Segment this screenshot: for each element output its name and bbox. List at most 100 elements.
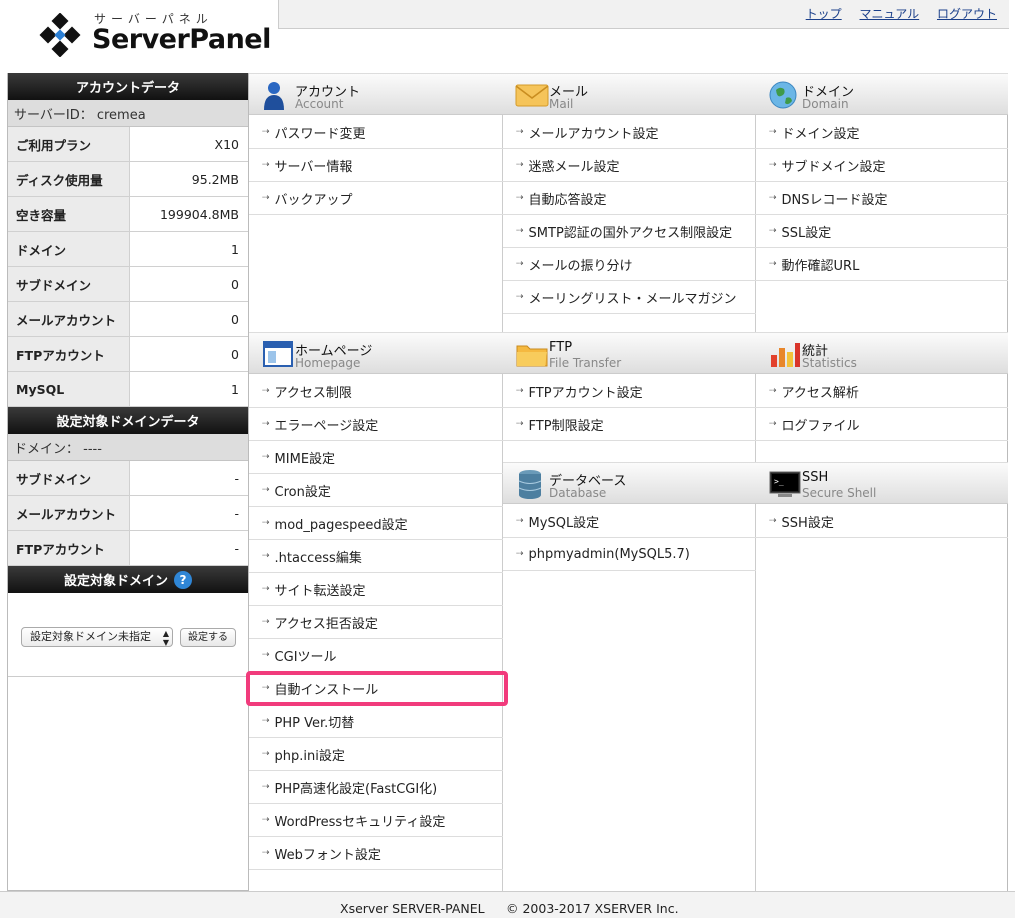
- help-icon[interactable]: ?: [174, 570, 192, 589]
- menu-item-domain[interactable]: ⇢ SSL設定: [756, 215, 1008, 248]
- menu-item-database[interactable]: ⇢ MySQL設定: [503, 505, 756, 538]
- info-value: -: [234, 470, 239, 486]
- menu-item-domain[interactable]: ⇢ 動作確認URL: [756, 248, 1008, 281]
- menu-item-label: Cron設定: [274, 484, 331, 500]
- arrow-icon: ⇢: [262, 452, 269, 462]
- menu-item-homepage[interactable]: ⇢ アクセス拒否設定: [249, 606, 503, 639]
- menu-item-label: メールアカウント設定: [528, 126, 659, 142]
- menu-item-mail[interactable]: ⇢ メールアカウント設定: [503, 116, 756, 149]
- menu-item-label: メールの振り分け: [528, 258, 633, 274]
- menu-item-label: SSH設定: [781, 515, 834, 531]
- menu-item-homepage[interactable]: ⇢ CGIツール: [249, 639, 503, 672]
- logo-diamonds-icon: [39, 13, 81, 57]
- arrow-icon: ⇢: [262, 419, 269, 429]
- section-subtitle: Mail: [549, 97, 574, 111]
- section-subtitle: Statistics: [802, 356, 857, 370]
- menu-item-ftp[interactable]: ⇢ FTPアカウント設定: [503, 375, 756, 408]
- info-value: 0: [231, 346, 239, 362]
- info-value: 0: [231, 311, 239, 327]
- menu-item-homepage[interactable]: ⇢ サイト転送設定: [249, 573, 503, 606]
- menu-item-stats[interactable]: ⇢ ログファイル: [756, 408, 1008, 441]
- menu-item-mail[interactable]: ⇢ 自動応答設定: [503, 182, 756, 215]
- menu-item-database[interactable]: ⇢ phpmyadmin(MySQL5.7): [503, 538, 756, 571]
- arrow-icon: ⇢: [769, 193, 776, 203]
- manual-link[interactable]: マニュアル: [860, 7, 920, 21]
- arrow-icon: ⇢: [516, 549, 523, 559]
- arrow-icon: ⇢: [262, 127, 269, 137]
- arrow-icon: ⇢: [262, 386, 269, 396]
- menu-item-stats[interactable]: ⇢ アクセス解析: [756, 375, 1008, 408]
- menu-item-homepage[interactable]: ⇢ WordPressセキュリティ設定: [249, 804, 503, 837]
- menu-item-mail[interactable]: ⇢ メーリングリスト・メールマガジン: [503, 281, 756, 314]
- menu-item-ssh[interactable]: ⇢ SSH設定: [756, 505, 1008, 538]
- arrow-icon: ⇢: [262, 518, 269, 528]
- arrow-icon: ⇢: [262, 551, 269, 561]
- menu-item-homepage[interactable]: ⇢ 自動インストール: [246, 671, 508, 706]
- menu-grid: アカウント Account ⇢ パスワード変更 ⇢ サーバー情報 ⇢ バックアップ メール Mai…: [246, 73, 1008, 891]
- menu-item-domain[interactable]: ⇢ ドメイン設定: [756, 116, 1008, 149]
- menu-item-homepage[interactable]: ⇢ php.ini設定: [249, 738, 503, 771]
- menu-item-label: CGIツール: [274, 649, 337, 665]
- arrow-icon: ⇢: [516, 516, 523, 526]
- footer: Xserver SERVER-PANEL © 2003-2017 XSERVER…: [0, 891, 1015, 918]
- menu-item-homepage[interactable]: ⇢ Webフォント設定: [249, 837, 503, 870]
- arrow-icon: ⇢: [262, 749, 269, 759]
- info-label: FTPアカウント: [8, 531, 130, 565]
- arrow-icon: ⇢: [262, 716, 269, 726]
- menu-item-account[interactable]: ⇢ バックアップ: [249, 182, 503, 215]
- info-label: メールアカウント: [8, 302, 130, 336]
- menu-item-homepage[interactable]: ⇢ Cron設定: [249, 474, 503, 507]
- menu-item-homepage[interactable]: ⇢ エラーページ設定: [249, 408, 503, 441]
- menu-item-mail[interactable]: ⇢ SMTP認証の国外アクセス制限設定: [503, 215, 756, 248]
- section-header-ftp: FTP File Transfer: [503, 332, 756, 374]
- info-row: サブドメイン -: [8, 461, 248, 496]
- menu-item-mail[interactable]: ⇢ 迷惑メール設定: [503, 149, 756, 182]
- arrow-icon: ⇢: [769, 127, 776, 137]
- menu-item-label: ドメイン設定: [781, 126, 860, 142]
- menu-item-mail[interactable]: ⇢ メールの振り分け: [503, 248, 756, 281]
- menu-item-domain[interactable]: ⇢ DNSレコード設定: [756, 182, 1008, 215]
- menu-item-label: パスワード変更: [274, 126, 366, 142]
- serverpanel-logo[interactable]: サーバーパネル ServerPanel: [8, 0, 278, 68]
- menu-item-label: 動作確認URL: [781, 258, 860, 274]
- menu-item-homepage[interactable]: ⇢ mod_pagespeed設定: [249, 507, 503, 540]
- info-label: メールアカウント: [8, 496, 130, 530]
- menu-item-account[interactable]: ⇢ パスワード変更: [249, 116, 503, 149]
- menu-item-label: WordPressセキュリティ設定: [274, 814, 446, 830]
- ssh-icon: >_: [768, 469, 802, 499]
- info-row: ドメイン 1: [8, 232, 248, 267]
- menu-item-label: SMTP認証の国外アクセス制限設定: [528, 225, 733, 241]
- menu-item-homepage[interactable]: ⇢ アクセス制限: [249, 375, 503, 408]
- menu-item-account[interactable]: ⇢ サーバー情報: [249, 149, 503, 182]
- section-header-homepage: ホームページ Homepage: [249, 332, 503, 374]
- menu-item-domain[interactable]: ⇢ サブドメイン設定: [756, 149, 1008, 182]
- menu-item-ftp[interactable]: ⇢ FTP制限設定: [503, 408, 756, 441]
- menu-item-label: 自動インストール: [274, 682, 379, 698]
- menu-item-label: .htaccess編集: [274, 550, 362, 566]
- info-row: MySQL 1: [8, 372, 248, 407]
- top-link[interactable]: トップ: [806, 7, 842, 21]
- menu-item-label: MIME設定: [274, 451, 336, 467]
- section-subtitle: Homepage: [295, 356, 361, 370]
- menu-item-homepage[interactable]: ⇢ MIME設定: [249, 441, 503, 474]
- arrow-icon: ⇢: [769, 259, 776, 269]
- footer-copyright: © 2003-2017 XSERVER Inc.: [506, 901, 679, 916]
- info-row: FTPアカウント 0: [8, 337, 248, 372]
- menu-item-label: アクセス拒否設定: [274, 616, 378, 632]
- menu-item-homepage[interactable]: ⇢ PHP高速化設定(FastCGI化): [249, 771, 503, 804]
- menu-item-homepage[interactable]: ⇢ PHP Ver.切替: [249, 705, 503, 738]
- section-subtitle: Account: [295, 97, 344, 111]
- logout-link[interactable]: ログアウト: [937, 7, 997, 21]
- top-bar: トップ マニュアル ログアウト: [278, 0, 1009, 29]
- set-domain-button[interactable]: 設定する: [180, 628, 236, 647]
- section-subtitle: Secure Shell: [802, 486, 877, 500]
- menu-item-homepage[interactable]: ⇢ .htaccess編集: [249, 540, 503, 573]
- info-label: 空き容量: [8, 197, 130, 231]
- domain-select-dropdown[interactable]: 設定対象ドメイン未指定 ▲ ▼: [21, 627, 173, 647]
- target-domain: ドメイン： ----: [8, 434, 248, 461]
- select-arrows-icon: ▲ ▼: [162, 629, 169, 647]
- info-row: FTPアカウント -: [8, 531, 248, 566]
- arrow-icon: ⇢: [516, 292, 523, 302]
- menu-item-label: サブドメイン設定: [781, 159, 886, 175]
- info-label: ディスク使用量: [8, 162, 130, 196]
